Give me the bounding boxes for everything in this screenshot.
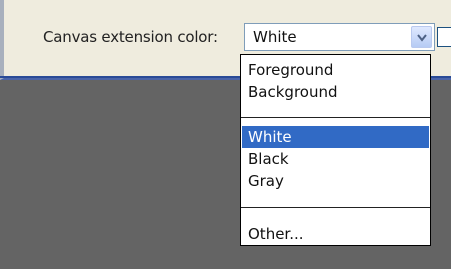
separator bbox=[241, 117, 430, 118]
checkbox[interactable] bbox=[437, 27, 451, 47]
canvas-extension-color-select[interactable]: White bbox=[244, 23, 435, 51]
option-gray[interactable]: Gray bbox=[242, 170, 429, 192]
color-options-list: Foreground Background White Black Gray O… bbox=[240, 54, 431, 246]
option-other[interactable]: Other... bbox=[242, 223, 429, 245]
canvas-extension-color-label: Canvas extension color: bbox=[43, 28, 218, 46]
option-background[interactable]: Background bbox=[242, 81, 429, 103]
option-black[interactable]: Black bbox=[242, 148, 429, 170]
option-foreground[interactable]: Foreground bbox=[242, 59, 429, 81]
option-white[interactable]: White bbox=[242, 126, 429, 148]
dropdown-button[interactable] bbox=[411, 26, 432, 48]
selected-value: White bbox=[253, 28, 297, 46]
chevron-down-icon bbox=[417, 34, 427, 42]
separator bbox=[241, 207, 430, 208]
